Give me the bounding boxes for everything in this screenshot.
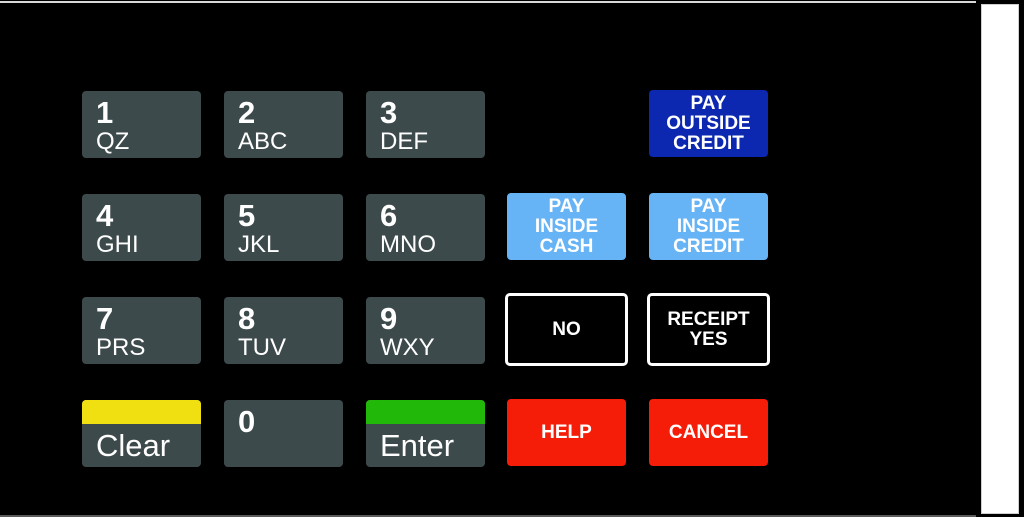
key-digit: 8 <box>238 301 256 336</box>
enter-label: Enter <box>380 428 455 463</box>
key-3[interactable]: 3 DEF <box>366 91 485 158</box>
key-letters: GHI <box>96 231 139 258</box>
key-6[interactable]: 6 MNO <box>366 194 485 261</box>
key-2[interactable]: 2 ABC <box>224 91 343 158</box>
key-letters: TUV <box>238 334 286 361</box>
key-digit: 4 <box>96 198 114 233</box>
enter-stripe <box>366 400 485 424</box>
key-5[interactable]: 5 JKL <box>224 194 343 261</box>
key-digit: 0 <box>238 404 256 439</box>
cancel-button[interactable]: CANCEL <box>649 399 768 466</box>
side-strip <box>981 4 1019 514</box>
key-digit: 9 <box>380 301 398 336</box>
key-letters: QZ <box>96 128 130 155</box>
key-letters: DEF <box>380 128 428 155</box>
key-1[interactable]: 1 QZ <box>82 91 201 158</box>
top-border-line <box>0 1 976 3</box>
key-digit: 5 <box>238 198 256 233</box>
key-letters: PRS <box>96 334 146 361</box>
key-4[interactable]: 4 GHI <box>82 194 201 261</box>
clear-label: Clear <box>96 428 171 463</box>
key-letters: WXY <box>380 334 435 361</box>
enter-button[interactable]: Enter <box>366 400 485 467</box>
key-digit: 3 <box>380 95 398 130</box>
key-digit: 6 <box>380 198 398 233</box>
key-digit: 1 <box>96 95 114 130</box>
key-0[interactable]: 0 <box>224 400 343 467</box>
key-9[interactable]: 9 WXY <box>366 297 485 364</box>
key-7[interactable]: 7 PRS <box>82 297 201 364</box>
key-digit: 7 <box>96 301 114 336</box>
help-button[interactable]: HELP <box>507 399 626 466</box>
pay-outside-credit-button[interactable]: PAY OUTSIDE CREDIT <box>649 90 768 157</box>
key-8[interactable]: 8 TUV <box>224 297 343 364</box>
receipt-yes-button[interactable]: RECEIPT YES <box>647 293 770 366</box>
key-letters: JKL <box>238 231 280 258</box>
no-button[interactable]: NO <box>505 293 628 366</box>
clear-stripe <box>82 400 201 424</box>
key-letters: ABC <box>238 128 288 155</box>
key-digit: 2 <box>238 95 256 130</box>
clear-button[interactable]: Clear <box>82 400 201 467</box>
key-letters: MNO <box>380 231 436 258</box>
pay-inside-credit-button[interactable]: PAY INSIDE CREDIT <box>649 193 768 260</box>
pay-inside-cash-button[interactable]: PAY INSIDE CASH <box>507 193 626 260</box>
